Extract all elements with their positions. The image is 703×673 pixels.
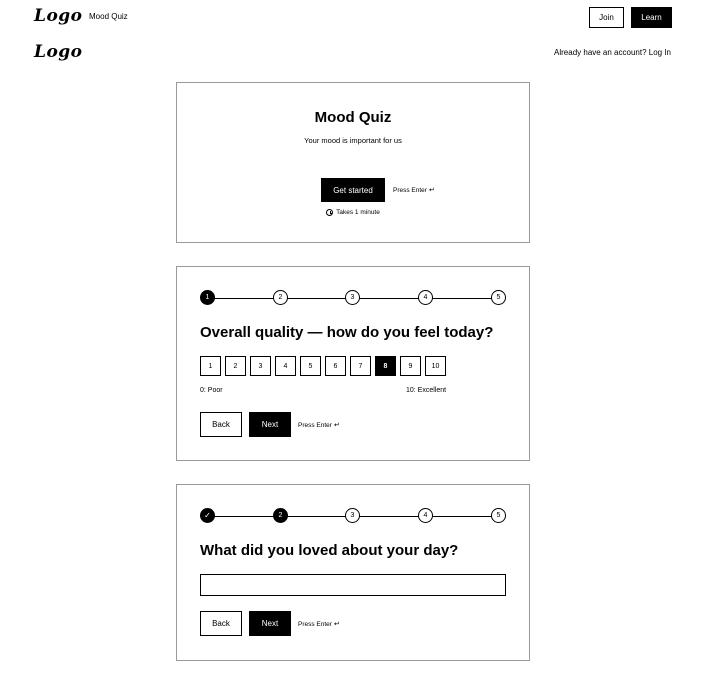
enter-key-icon: ↵ xyxy=(333,621,340,628)
question-card-1: 1 2 3 4 5 Overall quality — how do you f… xyxy=(176,266,530,461)
enter-key-icon: ↵ xyxy=(428,187,435,194)
rating-option-2[interactable]: 2 xyxy=(225,356,246,376)
nav-link-mood-quiz[interactable]: Mood Quiz xyxy=(89,12,128,21)
scale-max-label: 10: Excellent xyxy=(406,387,447,394)
rating-scale: 1 2 3 4 5 6 7 8 9 10 xyxy=(200,356,446,376)
get-started-button[interactable]: Get started xyxy=(321,178,385,202)
rating-option-7[interactable]: 7 xyxy=(350,356,371,376)
press-enter-hint: Press Enter ↵ xyxy=(393,186,435,195)
rating-option-4[interactable]: 4 xyxy=(275,356,296,376)
rating-option-8[interactable]: 8 xyxy=(375,356,396,376)
step-3: 3 xyxy=(345,508,360,523)
press-enter-label: Press Enter xyxy=(393,186,427,194)
press-enter-hint: Press Enter ↵ xyxy=(298,620,340,629)
back-button[interactable]: Back xyxy=(200,611,242,636)
duration-note: Takes 1 minute xyxy=(177,209,529,216)
question-card-2: ✓ 2 3 4 5 What did you loved about your … xyxy=(176,484,530,661)
quiz-subtitle: Your mood is important for us xyxy=(304,136,402,145)
step-5: 5 xyxy=(491,508,506,523)
answer-input[interactable] xyxy=(200,574,506,596)
step-1: 1 xyxy=(200,290,215,305)
next-button[interactable]: Next xyxy=(249,412,291,437)
learn-button[interactable]: Learn xyxy=(631,7,672,28)
progress-stepper: 1 2 3 4 5 xyxy=(200,290,507,306)
scale-min-label: 0: Poor xyxy=(200,387,223,394)
step-2: 2 xyxy=(273,290,288,305)
quiz-title: Mood Quiz xyxy=(314,109,392,126)
duration-label: Takes 1 minute xyxy=(336,209,380,216)
question-text: Overall quality — how do you feel today? xyxy=(200,324,494,341)
step-4: 4 xyxy=(418,290,433,305)
rating-option-10[interactable]: 10 xyxy=(425,356,446,376)
press-enter-hint: Press Enter ↵ xyxy=(298,421,340,430)
question-text: What did you loved about your day? xyxy=(200,542,459,559)
quiz-intro-card: Mood Quiz Your mood is important for us … xyxy=(176,82,530,243)
rating-option-6[interactable]: 6 xyxy=(325,356,346,376)
clock-icon xyxy=(326,209,334,216)
step-4: 4 xyxy=(418,508,433,523)
press-enter-label: Press Enter xyxy=(298,620,332,628)
login-prompt[interactable]: Already have an account? Log In xyxy=(554,48,671,57)
step-1-check-icon: ✓ xyxy=(200,508,215,523)
next-button[interactable]: Next xyxy=(249,611,291,636)
press-enter-label: Press Enter xyxy=(298,421,332,429)
rating-option-9[interactable]: 9 xyxy=(400,356,421,376)
rating-option-3[interactable]: 3 xyxy=(250,356,271,376)
progress-stepper: ✓ 2 3 4 5 xyxy=(200,508,507,524)
enter-key-icon: ↵ xyxy=(333,422,340,429)
step-3: 3 xyxy=(345,290,360,305)
rating-option-5[interactable]: 5 xyxy=(300,356,321,376)
logo[interactable]: Logo xyxy=(34,6,83,26)
step-2: 2 xyxy=(273,508,288,523)
rating-option-1[interactable]: 1 xyxy=(200,356,221,376)
back-button[interactable]: Back xyxy=(200,412,242,437)
top-nav: Logo Mood Quiz Join Learn xyxy=(0,0,703,36)
secondary-logo[interactable]: Logo xyxy=(34,42,83,62)
step-5: 5 xyxy=(491,290,506,305)
join-button[interactable]: Join xyxy=(589,7,624,28)
